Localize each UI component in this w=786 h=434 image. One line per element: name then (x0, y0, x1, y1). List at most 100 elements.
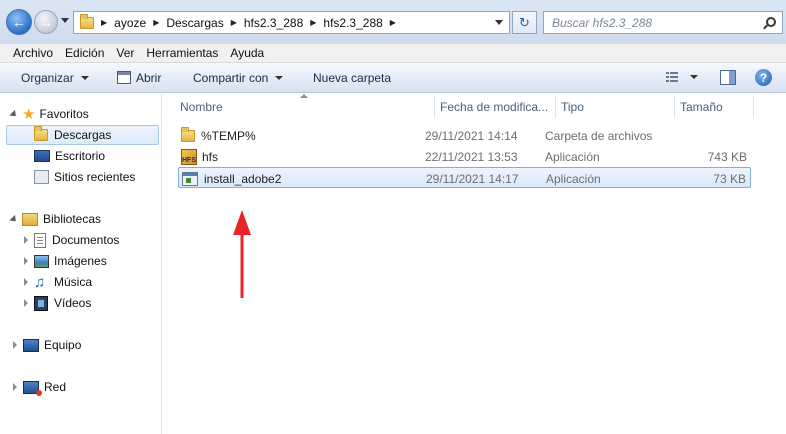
menu-archivo[interactable]: Archivo (7, 46, 59, 60)
breadcrumb: ▶ ayoze ▶ Descargas ▶ hfs2.3_288 ▶ hfs2.… (94, 12, 403, 33)
column-header-date[interactable]: Fecha de modifica... (440, 97, 548, 117)
expanded-triangle-icon[interactable] (9, 214, 19, 224)
file-name: install_adobe2 (204, 171, 282, 186)
nav-item-sitios-recientes[interactable]: Sitios recientes (34, 167, 135, 187)
search-placeholder: Buscar hfs2.3_288 (552, 15, 653, 30)
column-name-label: Nombre (180, 100, 223, 114)
menu-edicion[interactable]: Edición (59, 46, 110, 60)
collapsed-triangle-icon[interactable] (24, 257, 28, 265)
organize-button[interactable]: Organizar (21, 63, 89, 92)
menu-bar: Archivo Edición Ver Herramientas Ayuda (0, 44, 786, 63)
column-date-label: Fecha de modifica... (440, 100, 549, 114)
file-row-install-adobe2[interactable]: install_adobe2 29/11/2021 14:17 Aplicaci… (178, 167, 751, 188)
breadcrumb-item-hfs-parent[interactable]: hfs2.3_288 (244, 16, 303, 30)
search-input[interactable]: Buscar hfs2.3_288 (543, 11, 783, 34)
chevron-down-icon (275, 75, 284, 80)
nav-item-imagenes[interactable]: Imágenes (24, 251, 107, 271)
nav-equipo-label: Equipo (44, 338, 82, 352)
view-options-icon[interactable] (666, 72, 678, 83)
view-dropdown-icon[interactable] (690, 75, 698, 79)
collapsed-triangle-icon[interactable] (24, 299, 28, 307)
refresh-button[interactable]: ↻ (512, 11, 537, 34)
file-type: Aplicación (545, 149, 600, 164)
nav-item-documentos[interactable]: Documentos (24, 230, 119, 250)
chevron-right-icon[interactable]: ▶ (231, 18, 237, 27)
folder-icon (80, 13, 94, 29)
sort-ascending-icon (300, 94, 308, 98)
nav-item-escritorio[interactable]: Escritorio (34, 146, 105, 166)
desktop-icon (34, 150, 50, 162)
nav-favorites-label: Favoritos (39, 107, 89, 121)
arrow-right-icon: → (39, 14, 53, 30)
collapsed-triangle-icon[interactable] (24, 278, 28, 286)
nav-equipo[interactable]: Equipo (13, 335, 81, 355)
nav-bibliotecas[interactable]: Bibliotecas (9, 209, 102, 229)
recent-places-icon (34, 170, 49, 184)
expanded-triangle-icon[interactable] (9, 109, 19, 119)
file-row-temp[interactable]: %TEMP% 29/11/2021 14:14 Carpeta de archi… (178, 125, 751, 146)
annotation-arrow-icon (233, 210, 251, 298)
address-bar[interactable]: ▶ ayoze ▶ Descargas ▶ hfs2.3_288 ▶ hfs2.… (73, 11, 510, 34)
hfs-app-icon: HFS (181, 148, 197, 165)
help-icon[interactable]: ? (755, 69, 772, 86)
nav-bibliotecas-label: Bibliotecas (43, 212, 102, 226)
app-icon (182, 171, 198, 186)
column-type-label: Tipo (561, 100, 584, 114)
forward-button[interactable]: → (34, 10, 58, 34)
nav-item-descargas[interactable]: Descargas (34, 125, 111, 145)
nav-sitios-recientes-label: Sitios recientes (54, 170, 136, 184)
breadcrumb-item-descargas[interactable]: Descargas (166, 16, 223, 30)
new-folder-button[interactable]: Nueva carpeta (313, 63, 391, 92)
column-divider[interactable] (753, 96, 754, 118)
file-list: Nombre Fecha de modifica... Tipo Tamaño … (163, 94, 786, 434)
network-icon (23, 380, 42, 396)
file-row-hfs[interactable]: HFS hfs 22/11/2021 13:53 Aplicación 743 … (178, 146, 751, 167)
star-icon: ★ (22, 105, 36, 123)
nav-favorites[interactable]: ★ Favoritos (9, 104, 89, 124)
open-button[interactable]: Abrir (117, 63, 161, 92)
nav-videos-label: Vídeos (54, 296, 92, 310)
column-size-label: Tamaño (680, 100, 723, 114)
file-date: 29/11/2021 14:14 (425, 128, 518, 143)
file-name: hfs (202, 149, 219, 164)
column-header-name[interactable]: Nombre (180, 97, 223, 117)
chevron-right-icon[interactable]: ▶ (390, 18, 396, 27)
file-size: 743 KB (707, 149, 747, 164)
preview-pane-icon[interactable] (720, 70, 736, 85)
nav-item-videos[interactable]: Vídeos (24, 293, 91, 313)
breadcrumb-item-hfs-current[interactable]: hfs2.3_288 (323, 16, 382, 30)
music-icon: ♫ (34, 273, 46, 291)
file-date: 22/11/2021 13:53 (425, 149, 518, 164)
recent-pages-dropdown-icon[interactable] (61, 18, 69, 23)
breadcrumb-item-ayoze[interactable]: ayoze (114, 16, 146, 30)
column-divider[interactable] (434, 96, 435, 118)
documents-icon (34, 232, 46, 248)
nav-red[interactable]: Red (13, 377, 66, 397)
collapsed-triangle-icon[interactable] (13, 341, 17, 349)
column-divider[interactable] (555, 96, 556, 118)
back-button[interactable]: ← (6, 9, 32, 35)
nav-imagenes-label: Imágenes (54, 254, 107, 268)
column-header-size[interactable]: Tamaño (680, 97, 723, 117)
refresh-icon: ↻ (519, 14, 530, 30)
chevron-right-icon[interactable]: ▶ (310, 18, 316, 27)
address-history-dropdown-icon[interactable] (495, 20, 503, 25)
search-icon[interactable] (766, 17, 776, 27)
chevron-right-icon[interactable]: ▶ (101, 18, 107, 27)
new-folder-label: Nueva carpeta (313, 70, 392, 85)
organize-label: Organizar (21, 70, 74, 85)
menu-herramientas[interactable]: Herramientas (140, 46, 224, 60)
menu-ver[interactable]: Ver (110, 46, 140, 60)
column-header-type[interactable]: Tipo (561, 97, 584, 117)
share-button[interactable]: Compartir con (193, 63, 284, 92)
menu-ayuda[interactable]: Ayuda (224, 46, 270, 60)
chevron-right-icon[interactable]: ▶ (153, 18, 159, 27)
collapsed-triangle-icon[interactable] (13, 383, 17, 391)
nav-item-musica[interactable]: ♫ Música (24, 272, 92, 292)
libraries-icon (22, 212, 38, 226)
column-divider[interactable] (674, 96, 675, 118)
nav-red-label: Red (44, 380, 67, 394)
folder-icon (181, 126, 195, 142)
collapsed-triangle-icon[interactable] (24, 236, 28, 244)
file-type: Carpeta de archivos (545, 128, 653, 143)
